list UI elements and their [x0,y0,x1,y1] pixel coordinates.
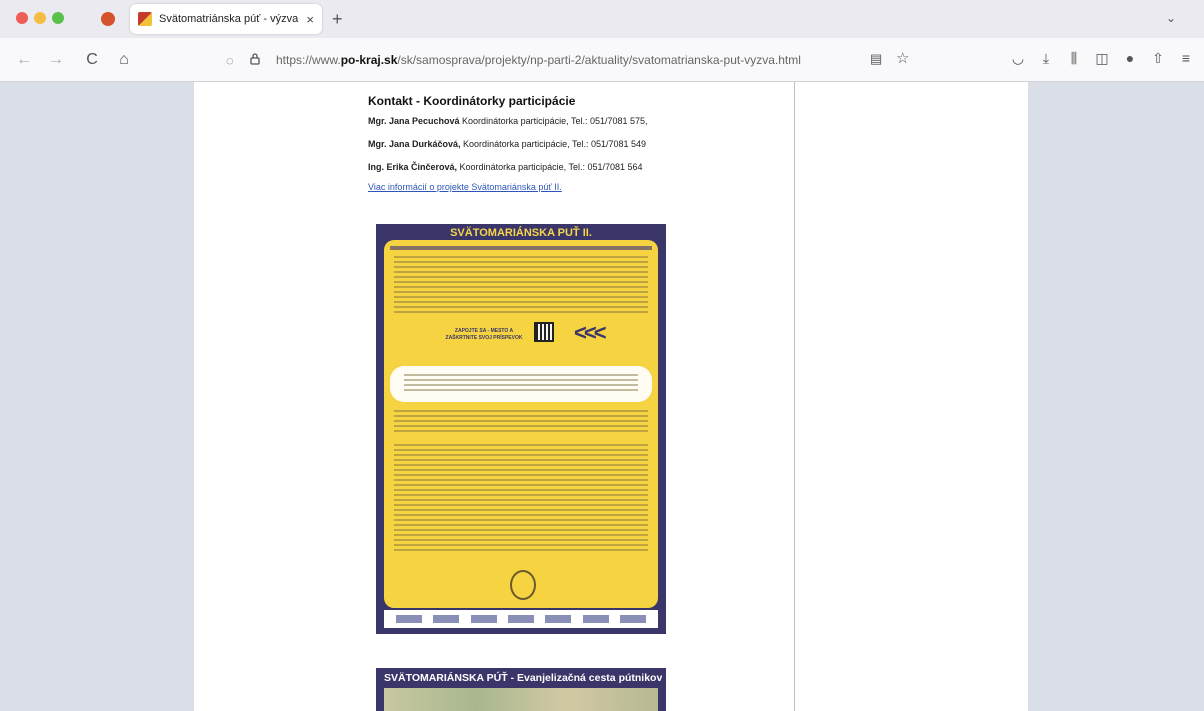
contact-heading: Kontakt - Koordinátorky participácie [368,94,576,108]
bookmark-star-icon[interactable]: ☆ [896,49,909,67]
contact-line: Ing. Erika Činčerová, Koordinátorka part… [368,162,643,172]
logo-icon [620,615,647,623]
map-picture [384,688,658,711]
contact-detail: Koordinátorka participácie, Tel.: 051/70… [459,116,648,126]
reader-view-icon[interactable]: ▤ [870,51,882,67]
tab-title: Svätomatriánska púť - výzva - P [159,13,301,25]
column-divider [794,82,795,711]
site-favicon-icon [138,12,152,26]
poster-logos [384,610,658,628]
arrows-icon: <<< [574,320,607,345]
logo-icon [395,615,422,623]
url-prefix: https://www. [276,53,341,67]
poster-body: ZAPOJTE SA - MESTO A ZAŠKRTNITE SVOJ PRÍ… [384,240,658,608]
poster-image[interactable]: SVÄTOMARIÁNSKA PUŤ II. ZAPOJTE SA - MEST… [376,224,666,634]
contact-name: Mgr. Jana Pecuchová [368,116,460,126]
pinned-tab[interactable] [96,8,120,30]
menu-icon[interactable]: ≡ [1176,50,1196,66]
address-bar[interactable]: ◌ https://www.po-kraj.sk/sk/samosprava/p… [226,45,916,75]
contact-name: Ing. Erika Činčerová, [368,162,458,172]
poster-title: SVÄTOMARIÁNSKA PUŤ II. [450,227,592,239]
logo-icon [470,615,497,623]
poster-emblem-icon [510,570,536,600]
library-icon[interactable]: ⫼ [1064,50,1084,67]
tab-close-icon[interactable]: × [306,12,314,27]
navigation-toolbar: ← → C ⌂ ◌ https://www.po-kraj.sk/sk/samo… [0,38,1204,82]
lock-icon[interactable] [250,52,264,68]
window-minimize-button[interactable] [34,12,46,24]
url-text[interactable]: https://www.po-kraj.sk/sk/samosprava/pro… [276,53,801,67]
poster-section [394,444,648,554]
poster-columns [394,410,648,435]
tab-active[interactable]: Svätomatriánska púť - výzva - P × [130,4,322,34]
downloads-icon[interactable]: ⤓ [1036,50,1056,67]
tab-bar: Svätomatriánska púť - výzva - P × + ⌄ [0,0,1204,38]
back-icon[interactable]: ← [12,48,36,72]
window-maximize-button[interactable] [52,12,64,24]
page-content: Kontakt - Koordinátorky participácie Mgr… [194,82,1028,711]
poster-band [390,246,652,250]
poster-info-text [404,374,638,394]
contact-detail: Koordinátorka participácie, Tel.: 051/70… [460,139,647,149]
forward-icon[interactable]: → [44,48,68,72]
tab-list-icon[interactable]: ⌄ [1166,11,1176,25]
contact-line: Mgr. Jana Pecuchová Koordinátorka partic… [368,116,648,126]
poster-cta: ZAPOJTE SA - MESTO A ZAŠKRTNITE SVOJ PRÍ… [445,328,523,341]
project-info-link[interactable]: Viac informácií o projekte Svätomariánsk… [368,182,562,192]
qr-code-icon [534,322,554,342]
contact-name: Mgr. Jana Durkáčová, [368,139,461,149]
pinned-tab-favicon-icon [101,12,115,26]
logo-icon [507,615,534,623]
poster-text-block [394,256,648,316]
contact-line: Mgr. Jana Durkáčová, Koordinátorka parti… [368,139,646,149]
map-image[interactable]: SVÄTOMARIÁNSKA PÚŤ - Evanjelizačná cesta… [376,668,666,711]
reload-icon[interactable]: C [80,48,104,72]
logo-icon [545,615,572,623]
home-icon[interactable]: ⌂ [112,48,136,72]
account-icon[interactable]: ● [1120,50,1140,66]
window-close-button[interactable] [16,12,28,24]
share-icon[interactable]: ⇧ [1148,50,1168,67]
logo-icon [582,615,609,623]
logo-icon [433,615,460,623]
url-path: /sk/samosprava/projekty/np-parti-2/aktua… [397,53,801,67]
url-domain: po-kraj.sk [340,53,398,67]
contact-detail: Koordinátorka participácie, Tel.: 051/70… [457,162,643,172]
sidebar-icon[interactable]: ◫ [1092,50,1112,67]
new-tab-button[interactable]: + [332,9,343,30]
pocket-icon[interactable]: ◡ [1008,50,1028,67]
map-title: SVÄTOMARIÁNSKA PÚŤ - Evanjelizačná cesta… [384,672,663,684]
tracking-shield-icon[interactable]: ◌ [226,53,240,68]
